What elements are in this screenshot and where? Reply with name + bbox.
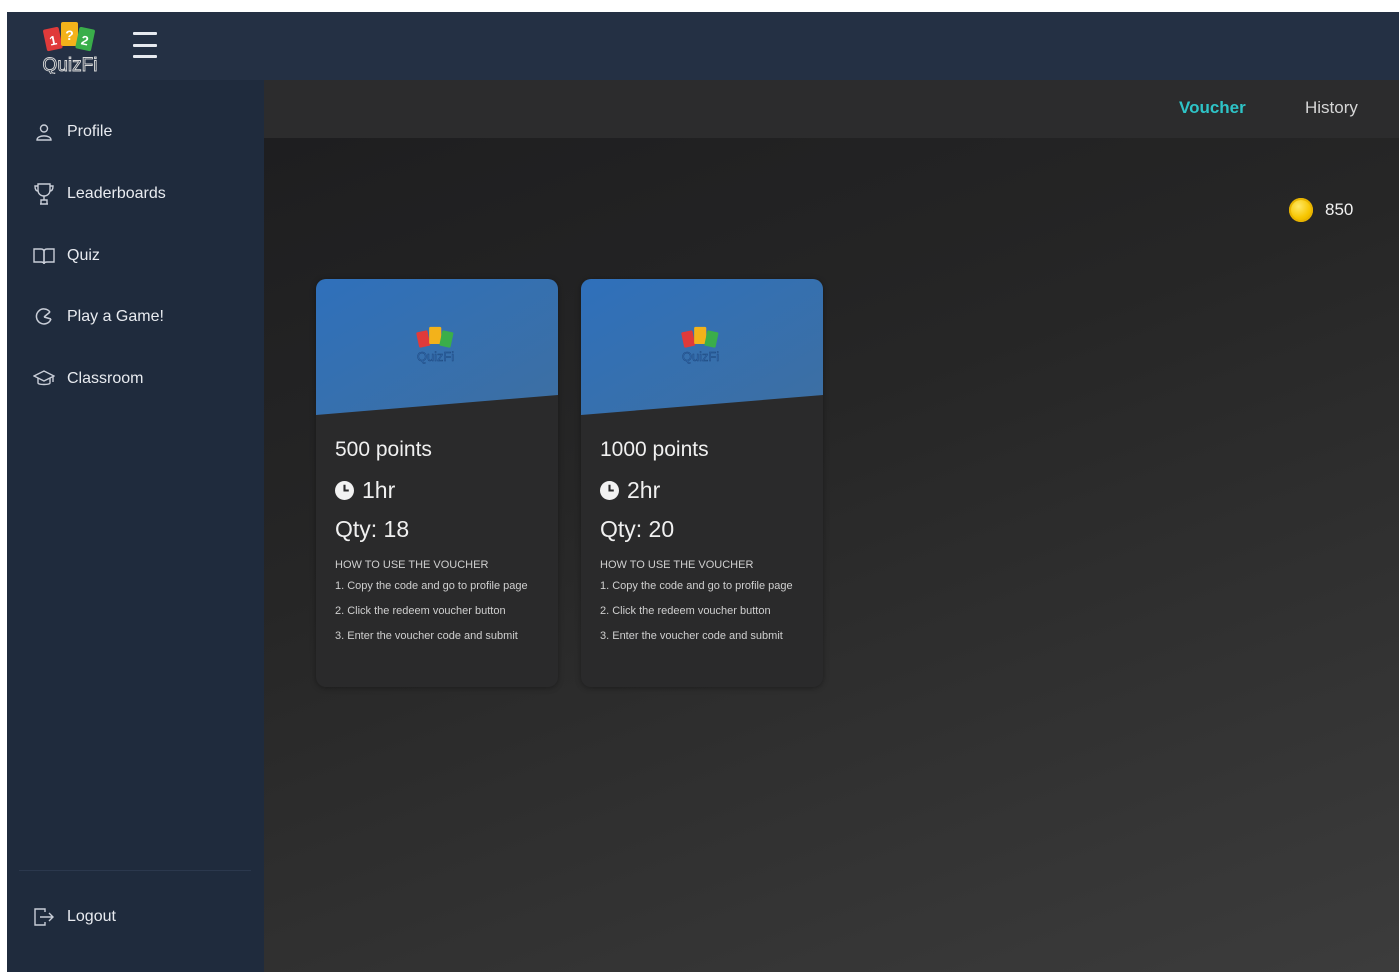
sidebar-item-leaderboards[interactable]: Leaderboards [7,172,264,216]
svg-text:QuizFi: QuizFi [417,349,454,364]
game-icon [33,306,55,328]
points-balance: 850 [1289,195,1353,225]
voucher-details: 500 points 1hr Qty: 18 HOW TO USE THE VO… [335,435,550,649]
tab-voucher[interactable]: Voucher [1179,98,1246,118]
tab-history[interactable]: History [1305,98,1358,118]
sidebar: Profile Leaderboards Quiz Play a Game! C… [7,80,264,972]
sidebar-item-label: Quiz [67,247,100,264]
how-to-use-step: 3. Enter the voucher code and submit [600,630,783,642]
hamburger-line [133,43,157,47]
logout-label: Logout [67,908,116,925]
how-to-use-step: 2. Click the redeem voucher button [600,605,771,617]
voucher-duration-value: 2hr [627,476,661,503]
sidebar-item-label: Profile [67,123,113,140]
hamburger-menu-button[interactable] [133,32,157,58]
sidebar-item-label: Leaderboards [67,185,166,202]
quizfi-logo[interactable]: 1 ? 2 QuizFi [37,18,107,74]
hamburger-line [133,32,157,35]
graduation-cap-icon [33,368,55,390]
app-window: 1 ? 2 QuizFi Profile Leaderboards Quiz P… [7,12,1399,972]
how-to-use-step: 2. Click the redeem voucher button [335,605,506,617]
book-icon [33,245,55,267]
main-content: Voucher History 850 QuizFi 500 points 1h… [264,80,1399,972]
how-to-use-step: 3. Enter the voucher code and submit [335,630,518,642]
quizfi-logo: QuizFi [681,326,719,364]
how-to-use-title: HOW TO USE THE VOUCHER [600,559,754,571]
voucher-points: 1000 points [600,438,709,461]
sidebar-item-label: Classroom [67,370,144,387]
sidebar-item-classroom[interactable]: Classroom [7,357,264,401]
tab-bar: Voucher History [264,80,1399,138]
points-value: 850 [1325,200,1354,219]
hamburger-line [133,55,157,58]
voucher-duration-value: 1hr [362,476,396,503]
trophy-icon [33,183,55,205]
quizfi-logo: QuizFi [416,326,454,364]
sidebar-item-profile[interactable]: Profile [7,110,264,154]
voucher-duration: 1hr [335,475,550,505]
voucher-points: 500 points [335,438,432,461]
logout-button[interactable]: Logout [7,895,264,939]
how-to-use-step: 1. Copy the code and go to profile page [335,580,528,592]
voucher-details: 1000 points 2hr Qty: 20 HOW TO USE THE V… [600,435,815,649]
voucher-card[interactable]: QuizFi 500 points 1hr Qty: 18 HOW TO USE… [316,279,558,687]
voucher-qty: Qty: 18 [335,516,410,542]
voucher-duration: 2hr [600,475,815,505]
sidebar-divider [19,870,251,871]
svg-text:?: ? [65,27,74,43]
clock-icon [600,480,619,500]
clock-icon [335,480,354,500]
svg-text:QuizFi: QuizFi [43,55,98,74]
voucher-qty: Qty: 20 [600,516,675,542]
coin-icon [1289,198,1313,222]
top-bar: 1 ? 2 QuizFi [7,12,1399,80]
voucher-card[interactable]: QuizFi 1000 points 2hr Qty: 20 HOW TO US… [581,279,823,687]
sidebar-item-label: Play a Game! [67,308,164,325]
user-icon [33,121,55,143]
logout-icon [33,906,55,928]
sidebar-item-play-a-game[interactable]: Play a Game! [7,295,264,339]
how-to-use-step: 1. Copy the code and go to profile page [600,580,793,592]
svg-text:QuizFi: QuizFi [682,349,719,364]
sidebar-item-quiz[interactable]: Quiz [7,234,264,278]
how-to-use-title: HOW TO USE THE VOUCHER [335,559,489,571]
